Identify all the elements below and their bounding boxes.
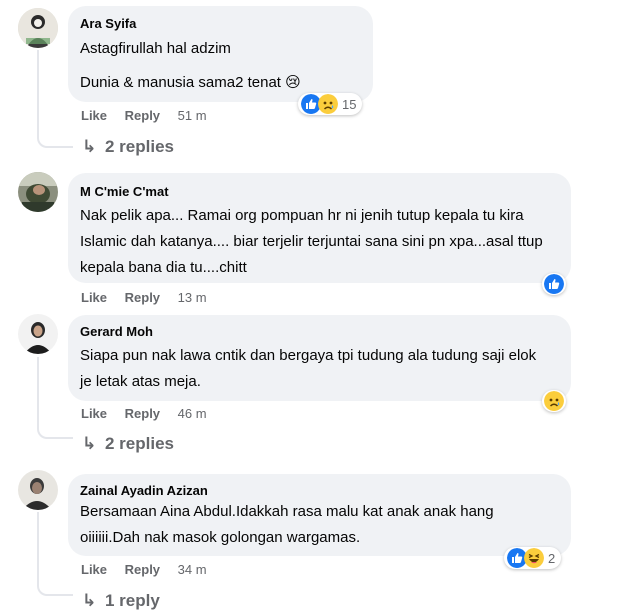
- reaction-count: 2: [548, 550, 556, 566]
- like-button[interactable]: Like: [81, 290, 107, 305]
- like-button[interactable]: Like: [81, 108, 107, 123]
- comment-author[interactable]: Zainal Ayadin Azizan: [80, 482, 559, 499]
- avatar[interactable]: [18, 8, 58, 48]
- reply-button[interactable]: Reply: [125, 290, 160, 305]
- like-icon: [544, 274, 564, 294]
- comment-bubble[interactable]: Ara Syifa Astagfirullah hal adzim Dunia …: [68, 6, 373, 102]
- comment-actions: Like Reply 34 m: [81, 562, 207, 577]
- avatar-image: [18, 470, 58, 510]
- reaction-count: 15: [342, 96, 357, 112]
- like-button[interactable]: Like: [81, 562, 107, 577]
- comment-text: Astagfirullah hal adzim: [80, 40, 231, 57]
- haha-icon: [524, 548, 544, 568]
- comment-author[interactable]: Gerard Moh: [80, 323, 559, 340]
- comment-text-line: Dunia & manusia sama2 tenat 😢: [80, 74, 301, 91]
- thread-line: [37, 50, 39, 132]
- reply-button[interactable]: Reply: [125, 562, 160, 577]
- comment-bubble[interactable]: M C'mie C'mat Nak pelik apa... Ramai org…: [68, 173, 571, 283]
- comment-timestamp[interactable]: 13 m: [178, 290, 207, 305]
- replies-label: 1 reply: [104, 591, 160, 610]
- avatar-image: [18, 172, 58, 212]
- reaction-summary[interactable]: [542, 390, 566, 412]
- comment-timestamp[interactable]: 51 m: [178, 108, 207, 123]
- thread-elbow: [37, 128, 73, 148]
- reaction-summary[interactable]: 2: [504, 547, 562, 569]
- comment-timestamp[interactable]: 46 m: [178, 406, 207, 421]
- thread-elbow: [37, 576, 73, 596]
- sad-icon: [544, 391, 564, 411]
- comment-bubble[interactable]: Zainal Ayadin Azizan Bersamaan Aina Abdu…: [68, 474, 571, 556]
- comment-author[interactable]: M C'mie C'mat: [80, 183, 559, 200]
- comment-bubble[interactable]: Gerard Moh Siapa pun nak lawa cntik dan …: [68, 315, 571, 401]
- reply-arrow-icon: ↳: [82, 591, 97, 610]
- comment-actions: Like Reply 51 m: [81, 108, 207, 123]
- reaction-summary[interactable]: [542, 273, 566, 295]
- comment-timestamp[interactable]: 34 m: [178, 562, 207, 577]
- view-replies-button[interactable]: ↳ 2 replies: [82, 137, 174, 157]
- reply-arrow-icon: ↳: [82, 434, 97, 453]
- view-replies-button[interactable]: ↳ 1 reply: [82, 591, 160, 611]
- replies-label: 2 replies: [104, 137, 174, 156]
- reply-arrow-icon: ↳: [82, 137, 97, 156]
- comment-actions: Like Reply 13 m: [81, 290, 207, 305]
- comment-author[interactable]: Ara Syifa: [80, 15, 361, 32]
- reaction-summary[interactable]: 15: [298, 93, 363, 115]
- sad-icon: [318, 94, 338, 114]
- reply-button[interactable]: Reply: [125, 108, 160, 123]
- avatar-image: [18, 314, 58, 354]
- avatar[interactable]: [18, 172, 58, 212]
- thread-elbow: [37, 419, 73, 439]
- comment-actions: Like Reply 46 m: [81, 406, 207, 421]
- comment-text: Nak pelik apa... Ramai org pompuan hr ni…: [80, 207, 543, 276]
- reply-button[interactable]: Reply: [125, 406, 160, 421]
- avatar[interactable]: [18, 470, 58, 510]
- like-button[interactable]: Like: [81, 406, 107, 421]
- avatar-image: [18, 8, 58, 48]
- thread-line: [37, 357, 39, 421]
- view-replies-button[interactable]: ↳ 2 replies: [82, 434, 174, 454]
- comment-text: Bersamaan Aina Abdul.Idakkah rasa malu k…: [80, 503, 494, 546]
- thread-line: [37, 512, 39, 578]
- comment-text: Siapa pun nak lawa cntik dan bergaya tpi…: [80, 347, 537, 390]
- avatar[interactable]: [18, 314, 58, 354]
- replies-label: 2 replies: [104, 434, 174, 453]
